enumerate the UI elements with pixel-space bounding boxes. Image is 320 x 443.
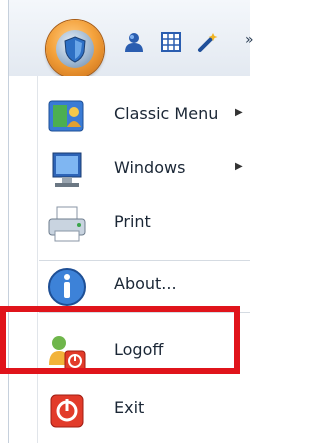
- menu-item-print[interactable]: Print: [9, 196, 250, 250]
- submenu-arrow-icon: ▶: [235, 107, 243, 118]
- power-icon: [45, 389, 89, 433]
- people-icon[interactable]: [122, 30, 146, 54]
- menu-item-label: Exit: [114, 398, 145, 417]
- menu-item-label: About...: [114, 274, 177, 293]
- printer-icon: [45, 203, 89, 247]
- menu-item-label: Print: [114, 212, 151, 231]
- grid-icon[interactable]: [159, 30, 183, 54]
- info-icon: [45, 265, 89, 309]
- submenu-arrow-icon: ▶: [235, 161, 243, 172]
- logoff-highlight-box: [0, 306, 240, 374]
- menu-item-windows[interactable]: Windows ▶: [9, 142, 250, 196]
- menu-item-label: Windows: [114, 158, 186, 177]
- menu-item-exit[interactable]: Exit: [9, 382, 250, 436]
- classic-menu-icon: [45, 95, 89, 139]
- menu-item-label: Classic Menu: [114, 104, 219, 123]
- start-menu: Classic Menu ▶ Windows ▶ Print About... …: [8, 76, 250, 443]
- chevron-right-icon[interactable]: »: [245, 32, 254, 48]
- app-menu-orb[interactable]: [46, 20, 104, 78]
- monitor-icon: [45, 149, 89, 193]
- wand-icon[interactable]: [196, 30, 220, 54]
- title-bar: »: [8, 0, 254, 78]
- shield-orb-icon: [56, 30, 94, 68]
- menu-item-classic-menu[interactable]: Classic Menu ▶: [9, 88, 250, 142]
- menu-item-about[interactable]: About...: [9, 258, 250, 312]
